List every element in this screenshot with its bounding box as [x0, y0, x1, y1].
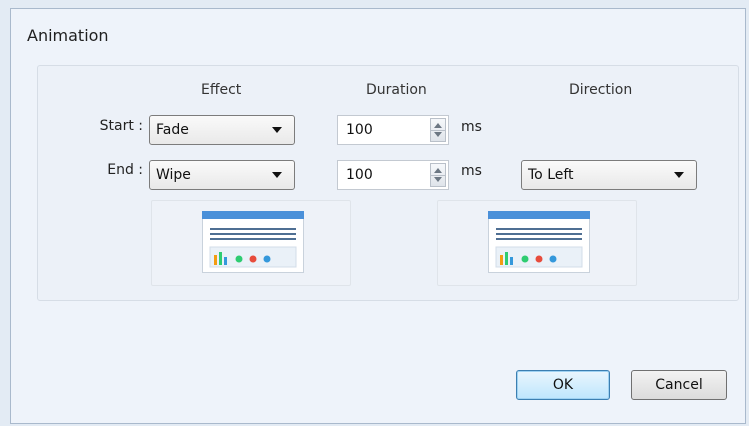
chevron-down-icon — [272, 172, 282, 178]
chevron-down-icon — [272, 127, 282, 133]
cancel-button[interactable]: Cancel — [631, 370, 727, 400]
end-label: End : — [107, 162, 143, 178]
chevron-down-icon — [674, 172, 684, 178]
start-duration-value[interactable]: 100 — [346, 122, 373, 138]
effect-header: Effect — [201, 82, 242, 98]
spin-down-icon[interactable] — [434, 132, 442, 137]
end-direction-value: To Left — [528, 167, 574, 183]
start-effect-value: Fade — [156, 122, 189, 138]
start-effect-select[interactable]: Fade — [149, 115, 295, 145]
spin-down-icon[interactable] — [434, 177, 442, 182]
duration-header: Duration — [366, 82, 427, 98]
end-effect-value: Wipe — [156, 167, 191, 183]
ok-button[interactable]: OK — [516, 370, 610, 400]
end-direction-select[interactable]: To Left — [521, 160, 697, 190]
dialog-title: Animation — [27, 26, 109, 45]
end-duration-stepper[interactable]: 100 — [337, 160, 449, 190]
direction-header: Direction — [569, 82, 633, 98]
spin-up-icon[interactable] — [434, 168, 442, 173]
start-label: Start : — [99, 118, 143, 134]
end-duration-value[interactable]: 100 — [346, 167, 373, 183]
window-chart-preview-icon — [488, 211, 590, 273]
start-duration-stepper[interactable]: 100 — [337, 115, 449, 145]
start-effect-preview — [151, 200, 351, 286]
end-effect-select[interactable]: Wipe — [149, 160, 295, 190]
animation-dialog: Animation Effect Duration Direction Star… — [10, 8, 746, 424]
start-duration-spin-buttons[interactable] — [430, 118, 446, 142]
end-duration-unit: ms — [461, 163, 482, 179]
end-duration-spin-buttons[interactable] — [430, 163, 446, 187]
end-effect-preview — [437, 200, 637, 286]
window-chart-preview-icon — [202, 211, 304, 273]
spin-up-icon[interactable] — [434, 123, 442, 128]
start-duration-unit: ms — [461, 119, 482, 135]
